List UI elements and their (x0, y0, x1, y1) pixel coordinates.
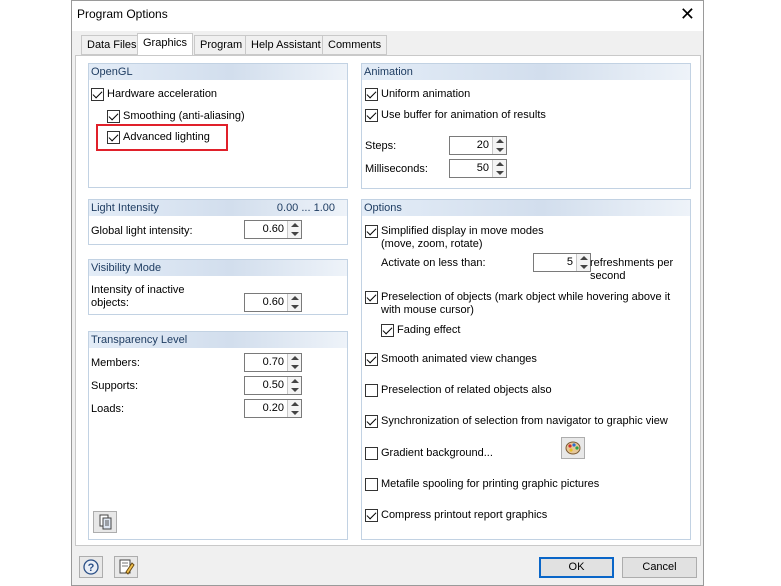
program-options-dialog: Program Options ✕ Data Files Graphics Pr… (71, 0, 704, 586)
uniform-animation-label: Uniform animation (381, 88, 471, 100)
activate-on-less-spinner[interactable]: 5 (533, 253, 591, 272)
gradient-settings-button[interactable] (561, 437, 585, 459)
edit-button[interactable] (114, 556, 138, 578)
smoothing-label: Smoothing (anti-aliasing) (123, 110, 245, 122)
use-buffer-label: Use buffer for animation of results (381, 109, 546, 121)
smooth-view-checkbox[interactable] (365, 353, 378, 366)
gradient-background-checkbox[interactable] (365, 447, 378, 460)
visibility-mode-group: Visibility Mode Intensity of inactive ob… (88, 259, 348, 315)
global-light-intensity-label: Global light intensity: (91, 225, 193, 237)
tab-comments[interactable]: Comments (322, 35, 388, 55)
spinner-arrows-icon[interactable] (287, 377, 301, 394)
help-icon: ? (83, 559, 99, 575)
uniform-animation-checkbox[interactable] (365, 88, 378, 101)
transparency-level-group: Transparency Level Members: 0.70 Support… (88, 331, 348, 540)
milliseconds-value: 50 (476, 162, 489, 174)
refreshments-label-line2: second (590, 270, 626, 282)
animation-header: Animation (362, 64, 690, 80)
loads-spinner[interactable]: 0.20 (244, 399, 302, 418)
preselection-checkbox[interactable] (365, 291, 378, 304)
title-bar: Program Options ✕ (72, 1, 703, 31)
global-light-intensity-value: 0.60 (262, 223, 284, 235)
tab-program[interactable]: Program (194, 35, 249, 55)
tab-graphics[interactable]: Graphics (137, 33, 194, 55)
inactive-intensity-spinner[interactable]: 0.60 (244, 293, 302, 312)
options-header: Options (362, 200, 690, 216)
simplified-display-label-line1: Simplified display in move modes (381, 225, 544, 237)
spinner-arrows-icon[interactable] (287, 354, 301, 371)
supports-spinner[interactable]: 0.50 (244, 376, 302, 395)
smoothing-checkbox[interactable] (107, 110, 120, 123)
ok-button[interactable]: OK (539, 557, 614, 578)
advanced-lighting-highlight (96, 124, 228, 151)
fading-effect-checkbox[interactable] (381, 324, 394, 337)
copy-icon (99, 514, 112, 530)
animation-group: Animation Uniform animation Use buffer f… (361, 63, 691, 189)
light-intensity-range: 0.00 ... 1.00 (276, 202, 335, 214)
spinner-arrows-icon[interactable] (287, 294, 301, 311)
cancel-button[interactable]: Cancel (622, 557, 697, 578)
visibility-mode-header: Visibility Mode (89, 260, 347, 276)
light-intensity-group: Light Intensity 0.00 ... 1.00 Global lig… (88, 199, 348, 245)
preselection-label-line1: Preselection of objects (mark object whi… (381, 291, 671, 303)
opengl-header: OpenGL (89, 64, 347, 80)
steps-value: 20 (476, 139, 489, 151)
copy-settings-button[interactable] (93, 511, 117, 533)
inactive-intensity-label-line1: Intensity of inactive (91, 284, 185, 296)
activate-on-less-label: Activate on less than: (381, 257, 486, 269)
edit-icon (119, 559, 135, 575)
preselection-related-label: Preselection of related objects also (381, 384, 552, 396)
metafile-spooling-checkbox[interactable] (365, 478, 378, 491)
palette-icon (565, 441, 581, 455)
transparency-header: Transparency Level (89, 332, 347, 348)
loads-value: 0.20 (262, 402, 284, 414)
synchronization-checkbox[interactable] (365, 415, 378, 428)
smooth-view-label: Smooth animated view changes (381, 353, 537, 365)
synchronization-label: Synchronization of selection from naviga… (381, 415, 668, 427)
tab-help-assistant[interactable]: Help Assistant (245, 35, 327, 55)
supports-value: 0.50 (262, 379, 284, 391)
members-value: 0.70 (262, 356, 284, 368)
help-button[interactable]: ? (79, 556, 103, 578)
preselection-label-line2: with mouse cursor) (381, 304, 474, 316)
refreshments-label-line1: refreshments per (590, 257, 674, 269)
loads-label: Loads: (91, 403, 125, 415)
fading-effect-label: Fading effect (397, 324, 461, 336)
svg-text:?: ? (88, 562, 95, 574)
preselection-related-checkbox[interactable] (365, 384, 378, 397)
members-label: Members: (91, 357, 140, 369)
use-buffer-checkbox[interactable] (365, 109, 378, 122)
options-group: Options Simplified display in move modes… (361, 199, 691, 540)
simplified-display-checkbox[interactable] (365, 225, 378, 238)
light-intensity-title: Light Intensity (91, 202, 159, 214)
spinner-arrows-icon[interactable] (576, 254, 590, 271)
spinner-arrows-icon[interactable] (492, 160, 506, 177)
milliseconds-label: Milliseconds: (365, 163, 428, 175)
steps-label: Steps: (365, 140, 397, 152)
supports-label: Supports: (91, 380, 139, 392)
window-title: Program Options (77, 7, 168, 21)
inactive-intensity-label-line2: objects: (91, 297, 129, 309)
close-icon[interactable]: ✕ (680, 4, 695, 24)
hardware-acceleration-label: Hardware acceleration (107, 88, 218, 100)
spinner-arrows-icon[interactable] (492, 137, 506, 154)
gradient-background-label: Gradient background... (381, 447, 493, 459)
members-spinner[interactable]: 0.70 (244, 353, 302, 372)
spinner-arrows-icon[interactable] (287, 400, 301, 417)
simplified-display-label-line2: (move, zoom, rotate) (381, 238, 483, 250)
global-light-intensity-spinner[interactable]: 0.60 (244, 220, 302, 239)
inactive-intensity-value: 0.60 (262, 296, 284, 308)
hardware-acceleration-checkbox[interactable] (91, 88, 104, 101)
light-intensity-header: Light Intensity 0.00 ... 1.00 (89, 200, 347, 216)
spinner-arrows-icon[interactable] (287, 221, 301, 238)
milliseconds-spinner[interactable]: 50 (449, 159, 507, 178)
activate-on-less-value: 5 (566, 256, 573, 268)
compress-printout-label: Compress printout report graphics (381, 509, 548, 521)
compress-printout-checkbox[interactable] (365, 509, 378, 522)
metafile-spooling-label: Metafile spooling for printing graphic p… (381, 478, 600, 490)
tab-data-files[interactable]: Data Files (81, 35, 143, 55)
steps-spinner[interactable]: 20 (449, 136, 507, 155)
